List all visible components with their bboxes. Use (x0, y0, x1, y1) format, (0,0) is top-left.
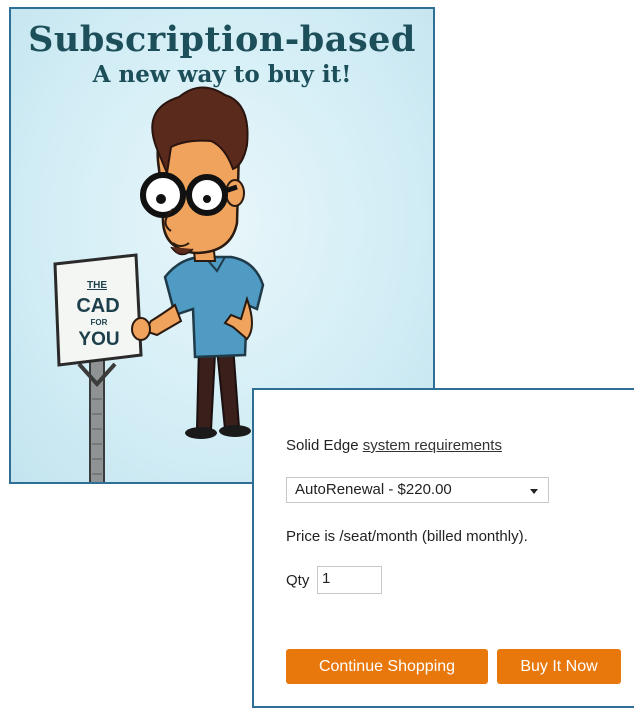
qty-input[interactable]: 1 (317, 566, 382, 594)
purchase-panel: Solid Edge system requirements AutoRenew… (252, 388, 634, 708)
price-note: Price is /seat/month (billed monthly). (286, 528, 528, 545)
sign-text-the: THE (87, 280, 107, 291)
plan-select-value: AutoRenewal - $220.00 (295, 481, 452, 498)
system-requirements-link[interactable]: system requirements (363, 437, 502, 454)
sign-pole (89, 348, 105, 482)
product-line: Solid Edge system requirements (286, 437, 502, 454)
continue-shopping-button[interactable]: Continue Shopping (286, 649, 488, 684)
sign-text-you: YOU (78, 329, 119, 350)
product-name: Solid Edge (286, 437, 359, 454)
buy-it-now-button[interactable]: Buy It Now (497, 649, 621, 684)
sign-text-cad: CAD (76, 295, 119, 317)
chevron-down-icon (530, 489, 538, 494)
right-shoe (219, 425, 251, 437)
left-shoe (185, 427, 217, 439)
promo-title: Subscription-based (28, 19, 416, 60)
right-leg (215, 343, 241, 431)
qty-label: Qty (286, 572, 310, 589)
sign-text-for: FOR (91, 318, 108, 327)
promo-subtitle: A new way to buy it! (92, 61, 352, 88)
plan-select[interactable]: AutoRenewal - $220.00 (286, 477, 549, 503)
